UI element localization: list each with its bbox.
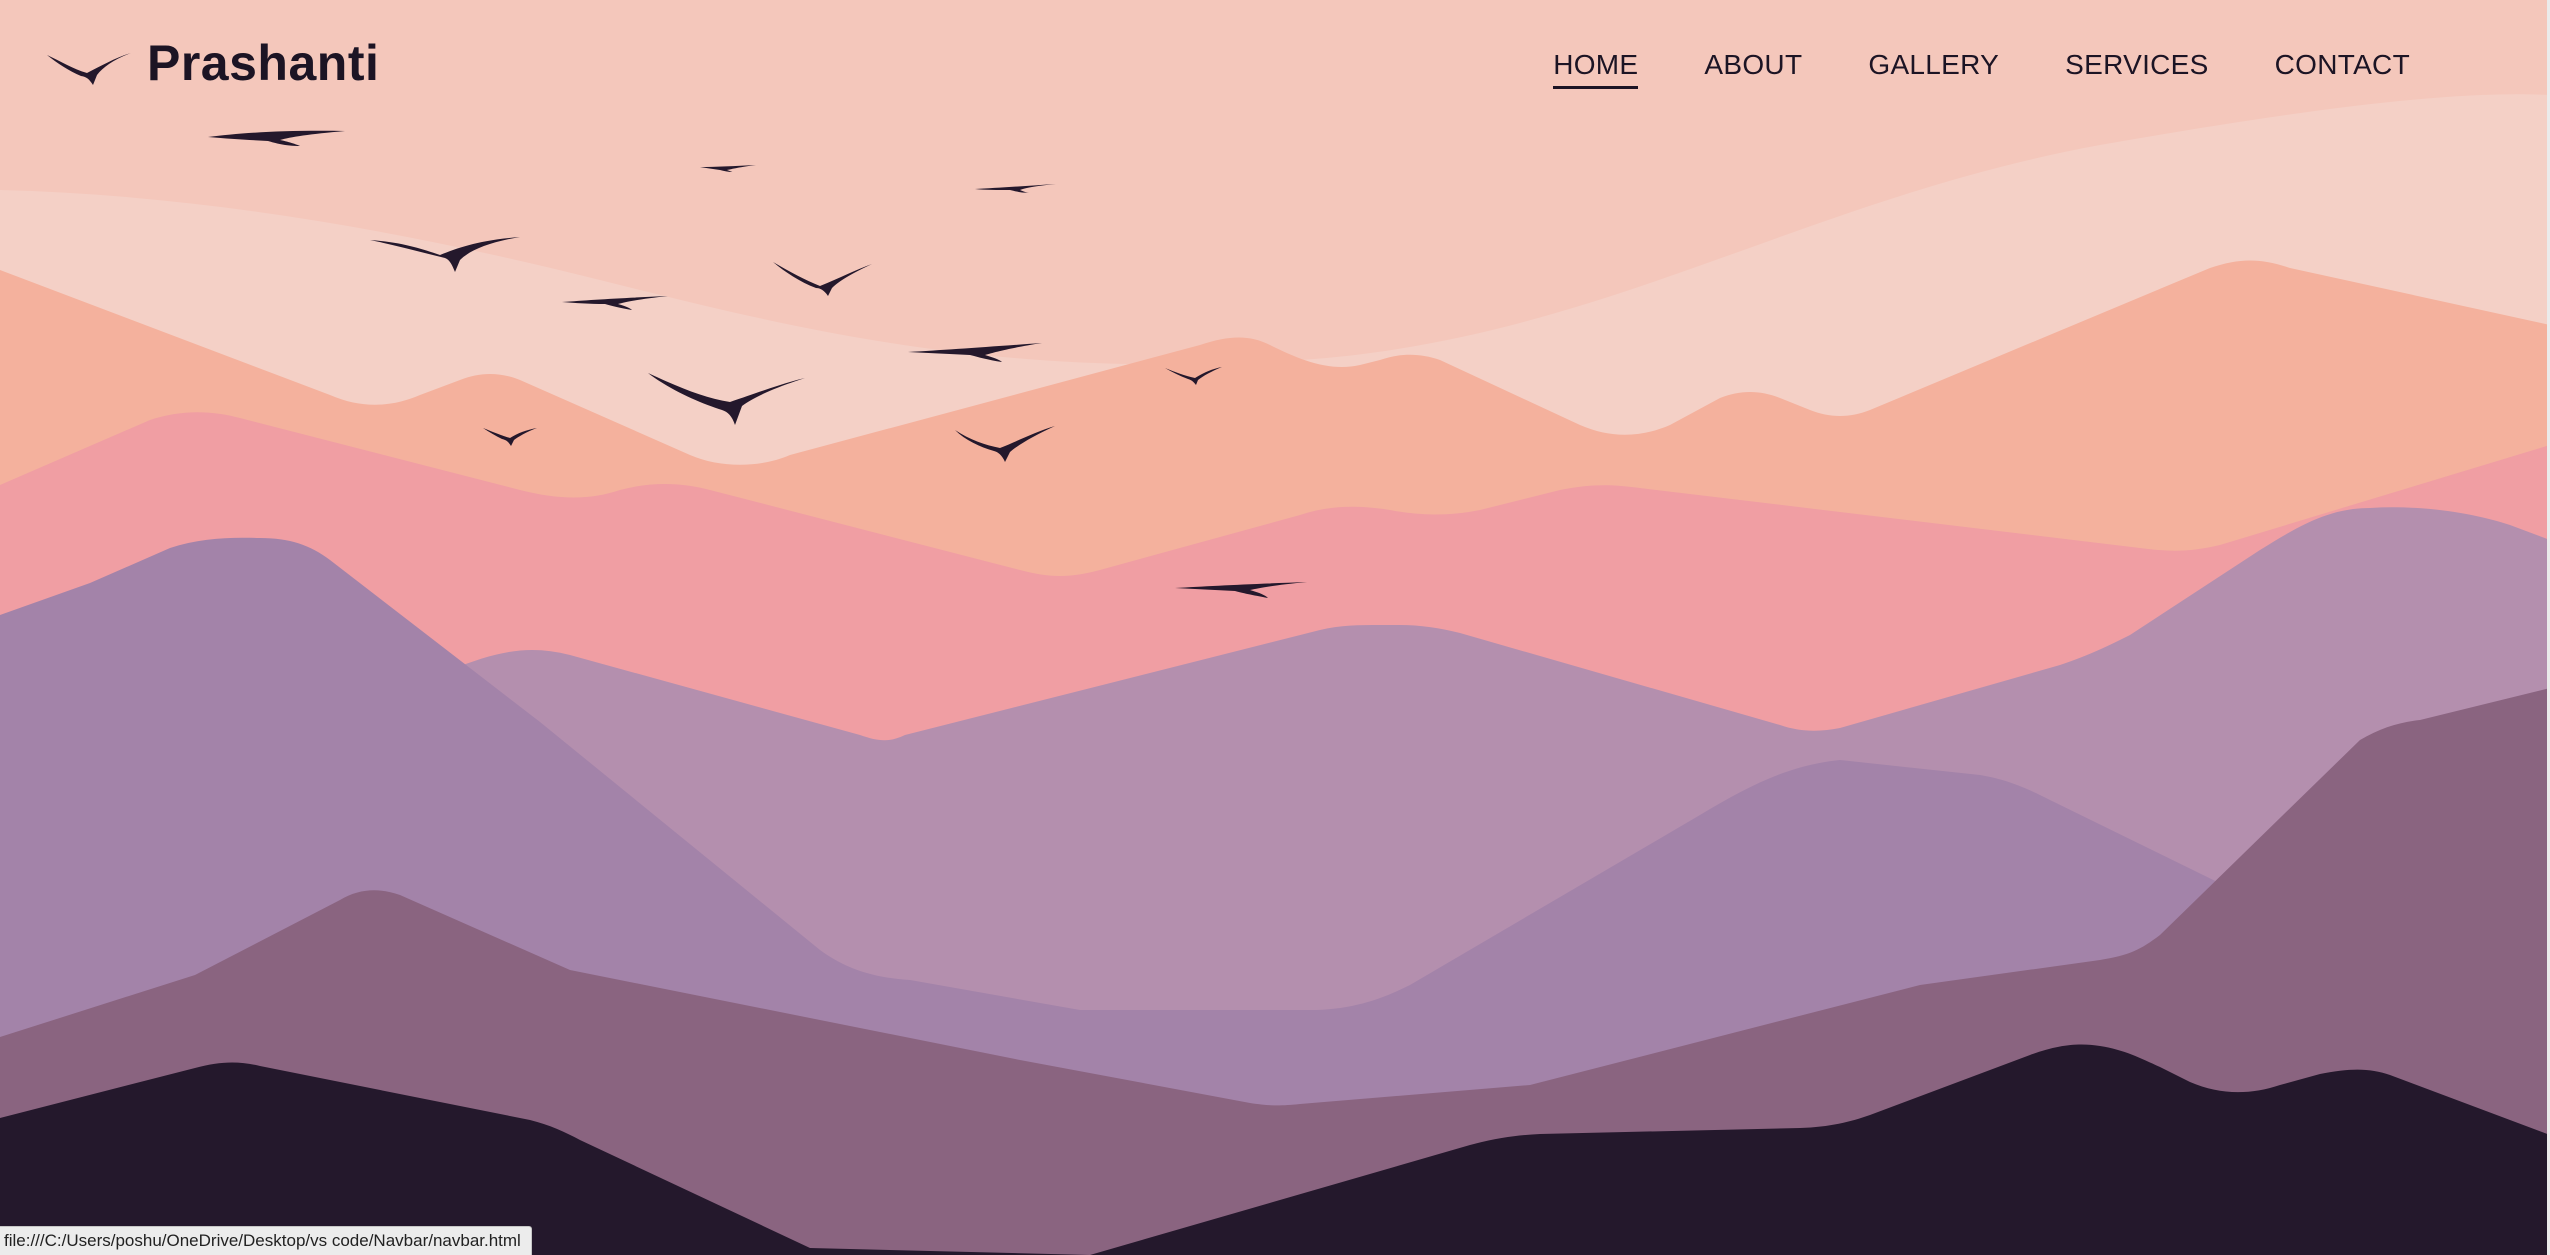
nav-menu: HOME ABOUT GALLERY SERVICES CONTACT — [1553, 0, 2410, 140]
brand-name: Prashanti — [147, 35, 380, 91]
bird-icon — [45, 41, 133, 85]
nav-link-home[interactable]: HOME — [1553, 45, 1639, 89]
navbar: Prashanti HOME ABOUT GALLERY SERVICES CO… — [0, 0, 2550, 140]
nav-item-gallery: GALLERY — [1841, 0, 2020, 140]
browser-status-bar: file:///C:/Users/poshu/OneDrive/Desktop/… — [0, 1226, 532, 1255]
nav-link-contact[interactable]: CONTACT — [2275, 45, 2410, 85]
nav-link-gallery[interactable]: GALLERY — [1868, 45, 1999, 84]
mountain-landscape-background — [0, 0, 2550, 1255]
brand[interactable]: Prashanti — [45, 34, 379, 92]
status-url: file:///C:/Users/poshu/OneDrive/Desktop/… — [4, 1231, 521, 1250]
nav-link-about[interactable]: ABOUT — [1704, 45, 1802, 85]
nav-link-services[interactable]: SERVICES — [2065, 45, 2209, 85]
